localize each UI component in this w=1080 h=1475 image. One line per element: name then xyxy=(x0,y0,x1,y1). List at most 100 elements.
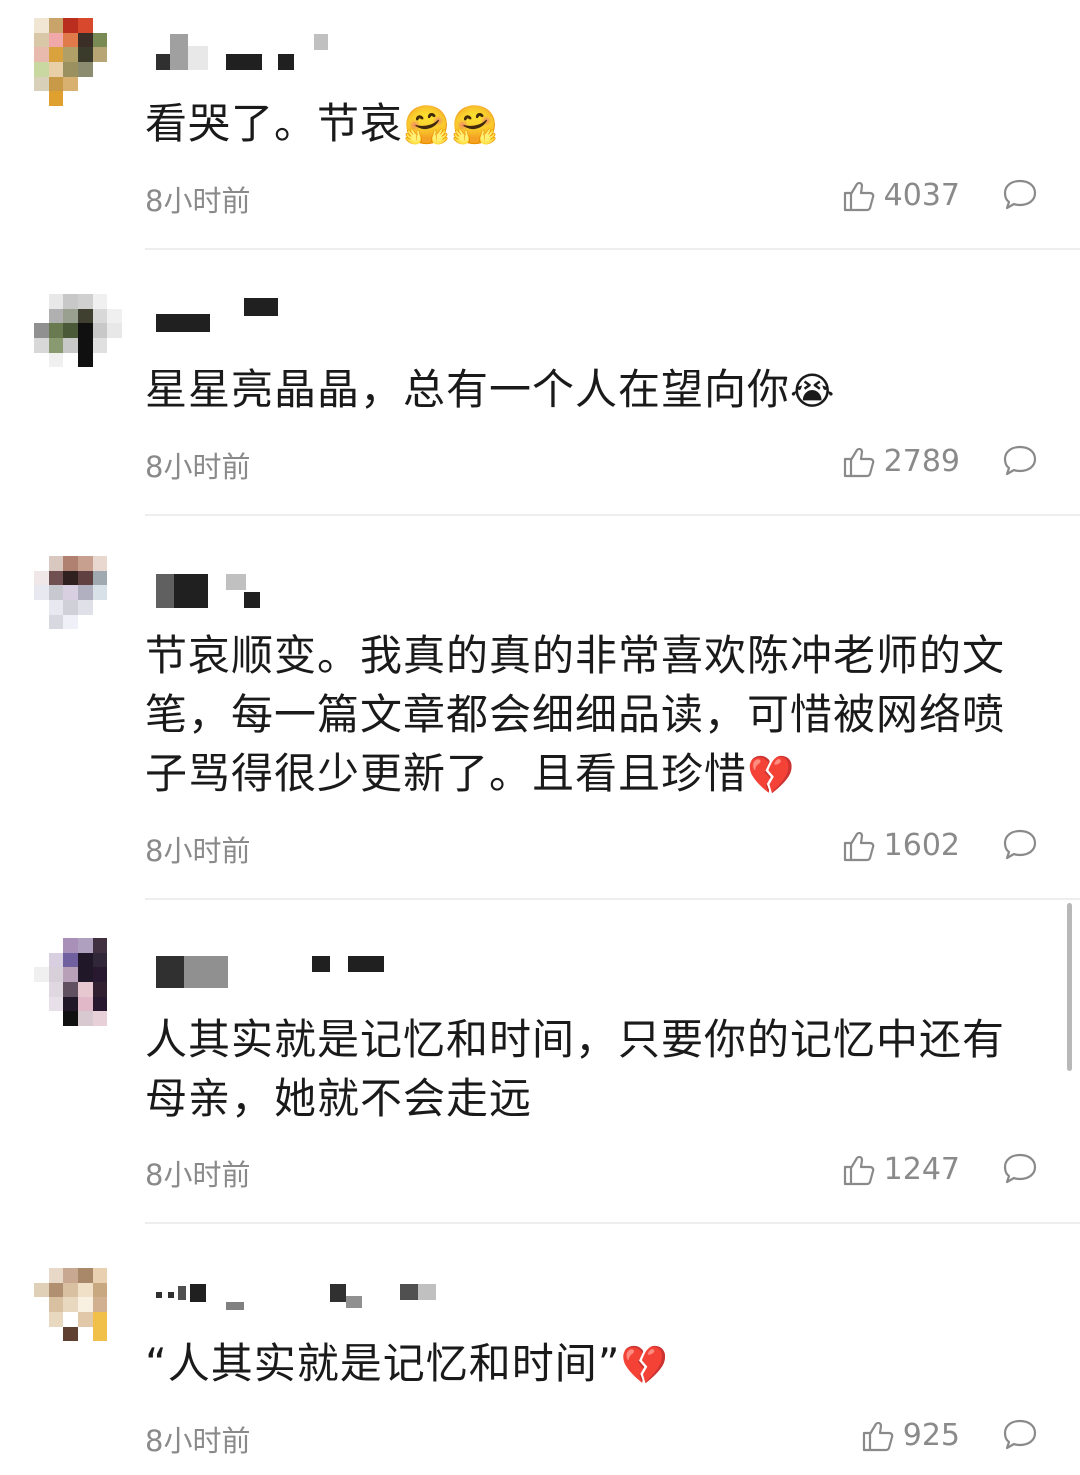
avatar-pixel xyxy=(78,585,93,600)
divider xyxy=(145,514,1080,516)
avatar-pixel xyxy=(92,76,108,92)
avatar-pixel xyxy=(92,47,108,62)
like-button[interactable]: 925 xyxy=(861,1418,960,1453)
avatar-pixel xyxy=(48,996,64,1012)
avatar-pixel xyxy=(63,570,78,586)
avatar-pixel xyxy=(34,367,49,382)
avatar-pixel xyxy=(92,952,108,968)
avatar-pixel xyxy=(63,967,78,982)
avatar-pixel xyxy=(34,338,49,353)
speech-bubble-icon xyxy=(1002,828,1038,862)
avatar-pixel xyxy=(34,352,49,368)
avatar-pixel xyxy=(92,367,108,382)
avatar-pixel xyxy=(48,32,64,48)
avatar-pixel xyxy=(92,18,108,33)
avatar-pixel xyxy=(63,32,78,48)
avatar-pixel xyxy=(48,323,64,338)
like-button[interactable]: 1602 xyxy=(842,828,960,863)
avatar-pixel xyxy=(78,1341,93,1356)
like-button[interactable]: 1247 xyxy=(842,1152,960,1187)
avatar-pixel xyxy=(78,1297,93,1312)
avatar-pixel xyxy=(107,629,122,644)
avatar-pixel xyxy=(63,338,78,353)
avatar-pixel xyxy=(92,585,108,600)
avatar-pixel xyxy=(34,1282,49,1298)
reply-button[interactable] xyxy=(1002,828,1038,862)
avatar[interactable] xyxy=(34,938,122,1026)
avatar-pixel xyxy=(78,352,93,368)
avatar-pixel xyxy=(92,62,108,77)
avatar-pixel xyxy=(92,1268,108,1283)
avatar-pixel xyxy=(48,556,64,571)
avatar-pixel xyxy=(63,938,78,953)
avatar-pixel xyxy=(107,32,122,48)
like-count: 925 xyxy=(902,1418,960,1453)
avatar-pixel xyxy=(78,308,93,324)
thumbs-up-icon xyxy=(842,1153,876,1187)
avatar-pixel xyxy=(48,938,64,953)
avatar-pixel xyxy=(78,967,93,982)
username[interactable] xyxy=(156,34,416,74)
username[interactable] xyxy=(156,1284,436,1324)
avatar-pixel xyxy=(48,294,64,309)
avatar-pixel xyxy=(48,18,64,33)
username[interactable] xyxy=(156,298,416,338)
avatar-pixel xyxy=(34,1268,49,1283)
like-button[interactable]: 2789 xyxy=(842,444,960,479)
avatar[interactable] xyxy=(34,294,122,382)
scrollbar[interactable] xyxy=(1067,903,1072,1071)
avatar-pixel xyxy=(107,1312,122,1327)
avatar-pixel xyxy=(92,614,108,630)
avatar[interactable] xyxy=(34,556,122,644)
avatar-pixel xyxy=(48,1341,64,1356)
avatar[interactable] xyxy=(34,18,122,106)
comment-text: 星星亮晶晶，总有一个人在望向你😭 xyxy=(145,360,1040,421)
avatar-pixel xyxy=(78,47,93,62)
avatar-pixel xyxy=(92,938,108,953)
like-button[interactable]: 4037 xyxy=(842,178,960,213)
avatar-pixel xyxy=(78,952,93,968)
avatar-pixel xyxy=(107,323,122,338)
avatar-pixel xyxy=(78,938,93,953)
avatar-pixel xyxy=(92,996,108,1012)
username[interactable] xyxy=(156,956,416,996)
avatar-pixel xyxy=(78,570,93,586)
avatar-pixel xyxy=(34,938,49,953)
avatar-pixel xyxy=(78,1282,93,1298)
avatar-pixel xyxy=(63,1341,78,1356)
timestamp: 8小时前 xyxy=(145,1158,251,1192)
reply-button[interactable] xyxy=(1002,1152,1038,1186)
avatar-pixel xyxy=(34,982,49,997)
username[interactable] xyxy=(156,574,416,614)
avatar-pixel xyxy=(92,570,108,586)
avatar-pixel xyxy=(48,367,64,382)
speech-bubble-icon xyxy=(1002,444,1038,478)
avatar-pixel xyxy=(34,47,49,62)
avatar-pixel xyxy=(78,323,93,338)
avatar-pixel xyxy=(92,32,108,48)
avatar-pixel xyxy=(48,1282,64,1298)
emoji: 😭 xyxy=(790,369,836,413)
avatar[interactable] xyxy=(34,1268,122,1356)
avatar-pixel xyxy=(34,600,49,615)
avatar-pixel xyxy=(48,62,64,77)
avatar-pixel xyxy=(92,352,108,368)
avatar-pixel xyxy=(107,1297,122,1312)
avatar-pixel xyxy=(78,76,93,92)
avatar-pixel xyxy=(92,1297,108,1312)
reply-button[interactable] xyxy=(1002,444,1038,478)
avatar-pixel xyxy=(34,1011,49,1026)
avatar-pixel xyxy=(63,1011,78,1026)
avatar-pixel xyxy=(34,1297,49,1312)
reply-button[interactable] xyxy=(1002,178,1038,212)
avatar-pixel xyxy=(107,18,122,33)
avatar-pixel xyxy=(48,308,64,324)
avatar-pixel xyxy=(34,18,49,33)
avatar-pixel xyxy=(92,967,108,982)
avatar-pixel xyxy=(107,47,122,62)
reply-button[interactable] xyxy=(1002,1418,1038,1452)
avatar-pixel xyxy=(107,62,122,77)
avatar-pixel xyxy=(48,1326,64,1342)
emoji: 🤗🤗 xyxy=(403,103,500,147)
avatar-pixel xyxy=(63,1268,78,1283)
